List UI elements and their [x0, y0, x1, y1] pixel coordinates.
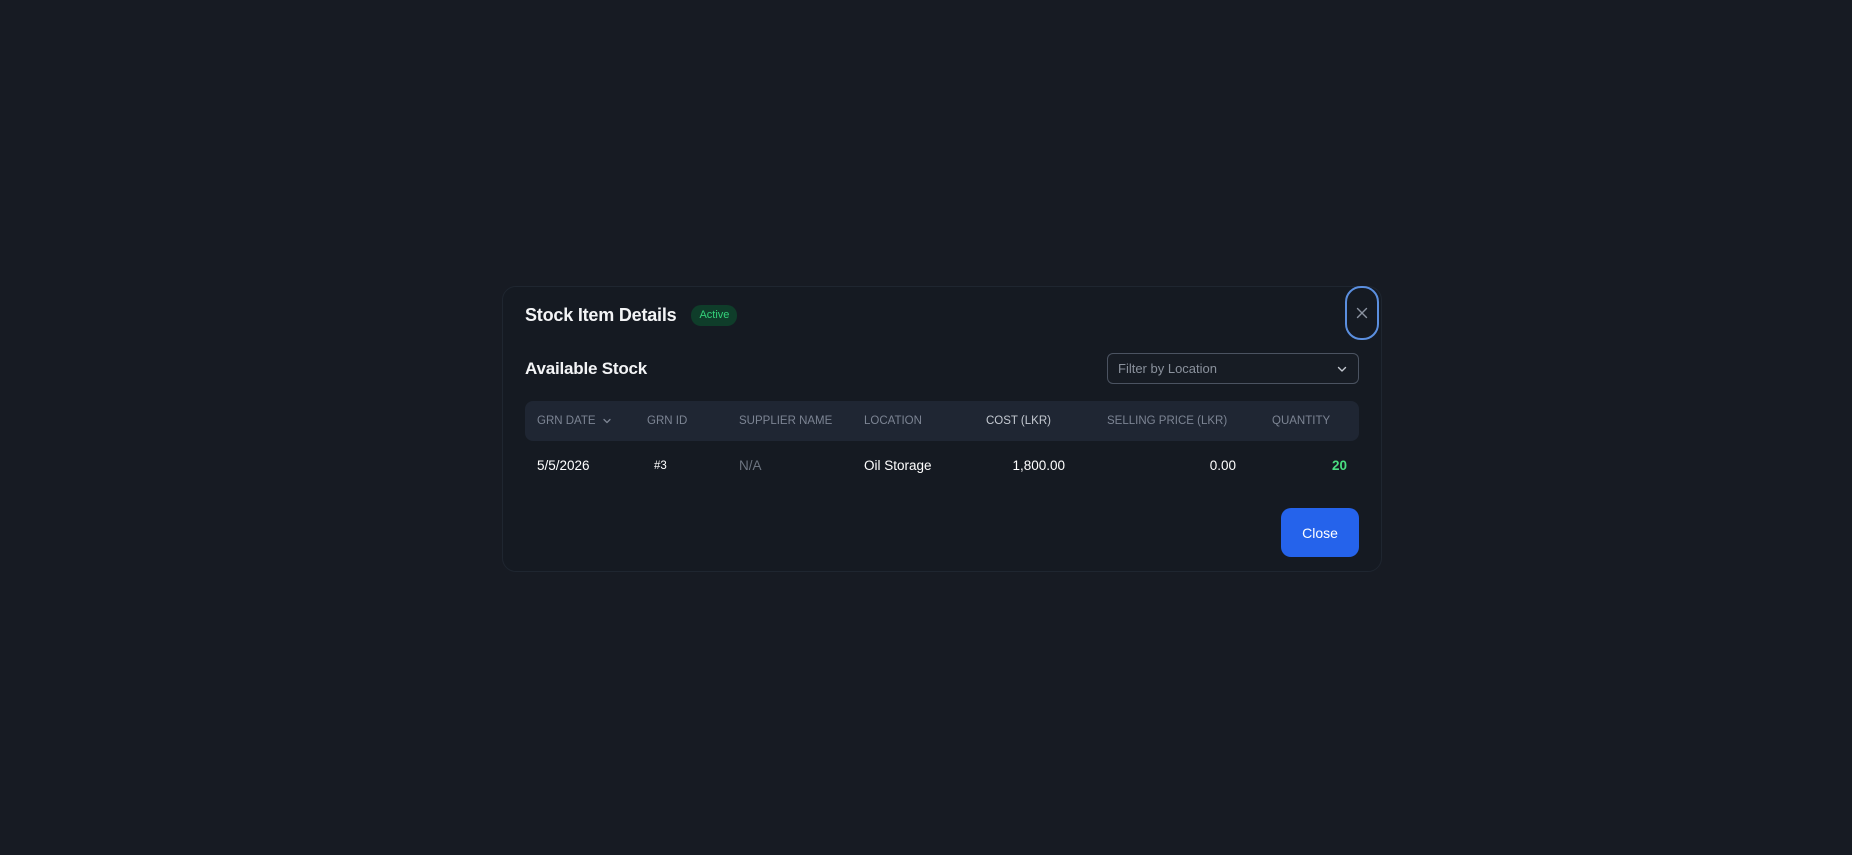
column-header-supplier-name[interactable]: SUPPLIER NAME: [739, 401, 832, 441]
column-header-location[interactable]: LOCATION: [864, 401, 922, 441]
close-icon: [1356, 307, 1368, 319]
location-filter-select[interactable]: Filter by Location: [1107, 353, 1359, 384]
chevron-down-icon: [602, 418, 611, 424]
cell-cost: 1,800.00: [1012, 458, 1065, 473]
stock-item-details-modal: Stock Item Details Active Available Stoc…: [502, 286, 1382, 572]
cell-quantity: 20: [1331, 458, 1347, 473]
modal-title: Stock Item Details: [525, 305, 677, 325]
stock-table: GRN DATE GRN ID SUPPLIER NAME LOCATION C…: [525, 401, 1359, 491]
cell-selling-price: 0.00: [1209, 458, 1236, 473]
column-header-cost[interactable]: COST (LKR): [986, 401, 1051, 441]
close-button[interactable]: Close: [1281, 508, 1359, 557]
section-title: Available Stock: [525, 359, 648, 378]
modal-header: Stock Item Details Active: [525, 305, 738, 326]
column-header-quantity[interactable]: QUANTITY: [1272, 401, 1330, 441]
column-header-selling-price[interactable]: SELLING PRICE (LKR): [1107, 401, 1227, 441]
table-header: GRN DATE GRN ID SUPPLIER NAME LOCATION C…: [525, 401, 1359, 441]
column-header-grn-date[interactable]: GRN DATE: [537, 401, 612, 441]
cell-location: Oil Storage: [864, 458, 932, 473]
chevron-down-icon: [1337, 366, 1347, 372]
close-modal-button[interactable]: [1345, 286, 1379, 340]
cell-grn-id: #3: [654, 460, 667, 472]
cell-grn-date: 5/5/2026: [537, 458, 590, 473]
column-header-grn-id[interactable]: GRN ID: [647, 401, 687, 441]
filter-placeholder: Filter by Location: [1118, 361, 1217, 376]
cell-supplier-name: N/A: [739, 458, 762, 473]
table-row: 5/5/2026 #3 N/A Oil Storage 1,800.00 0.0…: [525, 441, 1359, 491]
status-badge: Active: [691, 305, 738, 326]
